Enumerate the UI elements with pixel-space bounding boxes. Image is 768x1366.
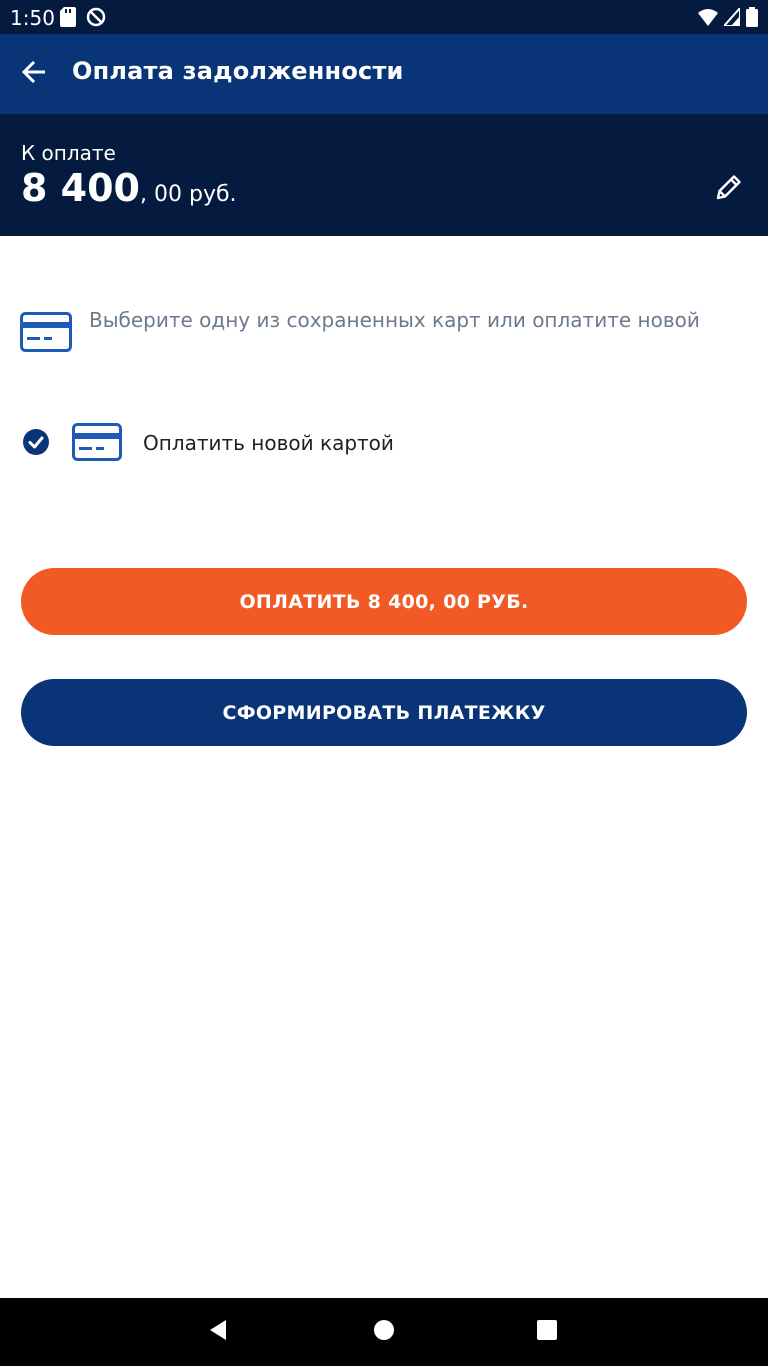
- amount-label: К оплате: [21, 141, 116, 165]
- status-time: 1:50: [10, 6, 55, 30]
- nav-back-button[interactable]: [202, 1316, 234, 1348]
- battery-icon: [746, 7, 758, 32]
- app-bar: Оплата задолженности: [0, 34, 768, 114]
- amount-tail: , 00 руб.: [140, 182, 237, 207]
- new-card-label: Оплатить новой картой: [143, 431, 394, 455]
- check-circle-icon[interactable]: [22, 428, 50, 461]
- sd-card-icon: [60, 7, 76, 32]
- credit-card-icon: [72, 423, 122, 466]
- new-card-option[interactable]: Оплатить новой картой: [20, 418, 748, 466]
- do-not-disturb-icon: [86, 7, 106, 32]
- hint-text: Выберите одну из сохраненных карт или оп…: [89, 308, 700, 332]
- amount-panel: К оплате 8 400, 00 руб.: [0, 114, 768, 236]
- pay-button[interactable]: ОПЛАТИТЬ 8 400, 00 РУБ.: [21, 568, 747, 635]
- amount-value: 8 400, 00 руб.: [21, 166, 237, 210]
- pencil-icon: [714, 175, 744, 206]
- status-left-icons: [60, 7, 106, 32]
- system-nav-bar: [0, 1298, 768, 1366]
- arrow-back-icon: [21, 59, 47, 90]
- signal-icon: [721, 5, 741, 31]
- back-button[interactable]: [16, 56, 52, 92]
- wifi-icon: [698, 8, 718, 31]
- square-recents-icon: [536, 1319, 558, 1346]
- nav-recents-button[interactable]: [531, 1316, 563, 1348]
- amount-main: 8 400: [21, 166, 140, 210]
- nav-home-button[interactable]: [368, 1316, 400, 1348]
- triangle-back-icon: [206, 1318, 230, 1347]
- status-bar: 1:50: [0, 0, 768, 34]
- edit-amount-button[interactable]: [714, 172, 748, 206]
- circle-home-icon: [373, 1319, 395, 1346]
- page-title: Оплата задолженности: [72, 57, 404, 85]
- status-right-icons: [698, 5, 758, 32]
- form-payment-slip-button[interactable]: СФОРМИРОВАТЬ ПЛАТЕЖКУ: [21, 679, 747, 746]
- credit-card-icon: [20, 312, 72, 357]
